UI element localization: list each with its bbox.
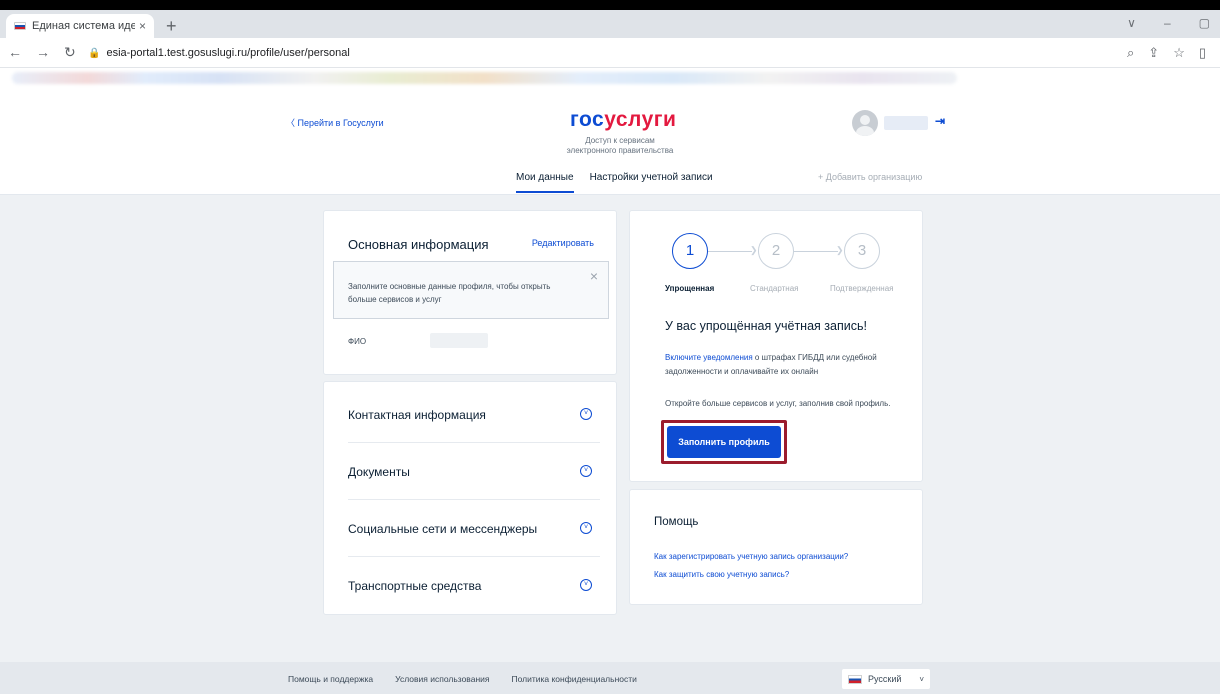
forward-arrow-icon[interactable]: →: [36, 44, 50, 61]
fio-label: ФИО: [348, 337, 367, 346]
help-card: Помощь Как зарегистрировать учетную запи…: [629, 489, 923, 605]
profile-notice: Заполните основные данные профиля, чтобы…: [333, 261, 609, 319]
accordion-documents[interactable]: Документы ˅: [348, 443, 600, 500]
logo-part-1: гос: [570, 108, 605, 131]
russia-flag-icon: [848, 674, 862, 684]
chevron-down-icon: ˅: [919, 674, 924, 684]
address-bar-actions: ⌕ ⇪ ☆ ▯: [1127, 45, 1206, 61]
enable-notifications-link[interactable]: Включите уведомления: [665, 353, 753, 362]
add-organization-link[interactable]: + Добавить организацию: [818, 172, 922, 182]
share-icon[interactable]: ⇪: [1148, 45, 1159, 61]
top-black-bar: [0, 0, 1220, 10]
footer-link-privacy[interactable]: Политика конфиденциальности: [511, 674, 636, 684]
accordion-label: Социальные сети и мессенджеры: [348, 522, 538, 536]
tab-my-data[interactable]: Мои данные: [516, 172, 574, 193]
basic-info-card: Основная информация Редактировать Заполн…: [323, 210, 617, 375]
status-title: У вас упрощённая учётная запись!: [665, 319, 867, 333]
url-field[interactable]: 🔒 esia-portal1.test.gosuslugi.ru/profile…: [88, 42, 1088, 64]
language-select[interactable]: Русский ˅: [842, 669, 930, 689]
address-bar: ← → ↻ 🔒 esia-portal1.test.gosuslugi.ru/p…: [0, 38, 1220, 68]
window-controls: ∨ – ▢: [1127, 16, 1210, 30]
close-icon[interactable]: ×: [590, 268, 598, 284]
help-link-register-org[interactable]: Как зарегистрировать учетную запись орга…: [654, 552, 848, 561]
accordion-contacts[interactable]: Контактная информация ˅: [348, 386, 600, 443]
step-label-standard: Стандартная: [750, 284, 799, 293]
side-panel-icon[interactable]: ▯: [1199, 45, 1206, 61]
accordion-label: Контактная информация: [348, 408, 486, 422]
tab-search-icon[interactable]: ∨: [1127, 16, 1136, 30]
basic-info-title: Основная информация: [348, 237, 489, 252]
browser-tab[interactable]: Единая система идентификаци ×: [6, 14, 154, 38]
zoom-icon[interactable]: ⌕: [1127, 45, 1134, 61]
accordion-label: Транспортные средства: [348, 579, 482, 593]
chevron-down-icon[interactable]: ˅: [580, 408, 592, 420]
step-3: 3: [844, 233, 880, 269]
notice-text: Заполните основные данные профиля, чтобы…: [348, 282, 551, 304]
profile-nav: Мои данные Настройки учетной записи: [516, 172, 713, 193]
accordion-vehicles[interactable]: Транспортные средства ˅: [348, 557, 600, 614]
tab-account-settings[interactable]: Настройки учетной записи: [590, 172, 713, 193]
footer-links: Помощь и поддержка Условия использования…: [288, 674, 637, 684]
fio-value-redacted: [430, 333, 488, 348]
navigation-buttons: ← → ↻: [8, 44, 76, 61]
step-label-simplified: Упрощенная: [665, 284, 715, 293]
browser-tabstrip: Единая система идентификаци × + ∨ – ▢: [0, 10, 1220, 38]
lock-icon[interactable]: 🔒: [88, 48, 100, 59]
arrow-right-icon: ❯: [836, 245, 844, 255]
help-link-protect-account[interactable]: Как защитить свою учетную запись?: [654, 570, 789, 579]
minimize-icon[interactable]: –: [1164, 16, 1171, 30]
step-1: 1: [672, 233, 708, 269]
logo-tagline: Доступ к сервисам электронного правитель…: [566, 136, 674, 155]
account-status-card: 1 ❯ 2 ❯ 3 Упрощенная Стандартная Подтвер…: [629, 210, 923, 482]
account-level-steps: 1 ❯ 2 ❯ 3: [672, 233, 884, 273]
user-name-redacted[interactable]: [884, 116, 928, 130]
site-header: 〈 Перейти в Госуслуги госуслуги Доступ к…: [0, 88, 1220, 195]
edit-link[interactable]: Редактировать: [532, 238, 594, 248]
reload-icon[interactable]: ↻: [64, 44, 76, 61]
footer-link-support[interactable]: Помощь и поддержка: [288, 674, 373, 684]
chevron-down-icon[interactable]: ˅: [580, 579, 592, 591]
fill-profile-button[interactable]: Заполнить профиль: [667, 426, 781, 458]
arrow-right-icon: ❯: [750, 245, 758, 255]
user-avatar[interactable]: [852, 110, 878, 136]
back-arrow-icon[interactable]: ←: [8, 44, 22, 61]
step-2: 2: [758, 233, 794, 269]
restore-icon[interactable]: ▢: [1199, 16, 1210, 30]
blurred-bookmarks: [12, 72, 957, 84]
site-footer: Помощь и поддержка Условия использования…: [0, 662, 1220, 694]
help-title: Помощь: [654, 516, 699, 528]
new-tab-button[interactable]: +: [166, 16, 177, 37]
tab-title: Единая система идентификаци: [32, 20, 135, 32]
tab-close-icon[interactable]: ×: [139, 19, 146, 33]
url-text: esia-portal1.test.gosuslugi.ru/profile/u…: [106, 47, 350, 59]
profile-sections-card: Контактная информация ˅ Документы ˅ Соци…: [323, 381, 617, 615]
footer-link-terms[interactable]: Условия использования: [395, 674, 489, 684]
back-to-gosuslugi-link[interactable]: 〈 Перейти в Госуслуги: [286, 116, 384, 129]
fill-profile-hint: Откройте больше сервисов и услуг, заполн…: [665, 399, 891, 408]
step-label-confirmed: Подтвержденная: [830, 284, 894, 293]
language-label: Русский: [868, 674, 902, 684]
bookmark-star-icon[interactable]: ☆: [1173, 45, 1185, 61]
notifications-text: Включите уведомления о штрафах ГИБДД или…: [665, 351, 905, 379]
accordion-social[interactable]: Социальные сети и мессенджеры ˅: [348, 500, 600, 557]
russia-flag-icon: [14, 22, 26, 30]
bookmarks-bar: [0, 68, 1220, 88]
logout-icon[interactable]: ⇥: [935, 114, 945, 128]
highlight-frame: Заполнить профиль: [661, 420, 787, 464]
gosuslugi-logo[interactable]: госуслуги: [570, 108, 676, 132]
accordion-label: Документы: [348, 465, 410, 479]
logo-part-2: услуги: [604, 108, 677, 131]
chevron-down-icon[interactable]: ˅: [580, 465, 592, 477]
step-connector: [708, 251, 752, 252]
chevron-down-icon[interactable]: ˅: [580, 522, 592, 534]
step-connector: [794, 251, 838, 252]
